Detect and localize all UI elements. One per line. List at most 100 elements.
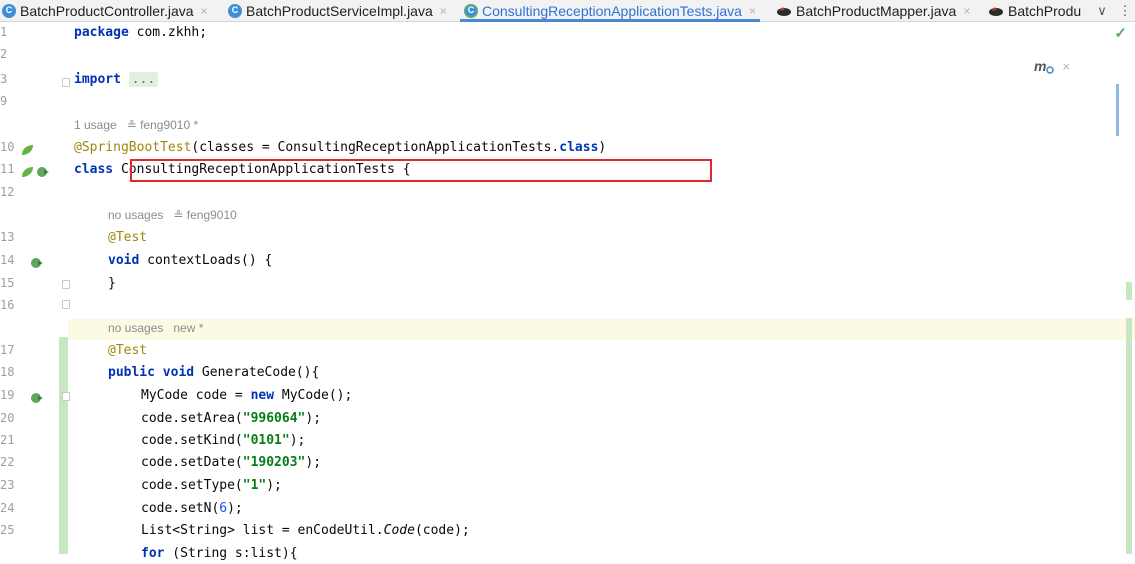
keyword: void bbox=[154, 365, 195, 380]
tab-batch-produ[interactable]: BatchProdu bbox=[988, 0, 1081, 21]
inspection-ok-icon[interactable]: ✓ bbox=[1114, 24, 1127, 42]
code-line-22: code.setDate("190203"); bbox=[141, 452, 321, 473]
code-text: contextLoads() { bbox=[139, 253, 273, 268]
line-number: 2 bbox=[0, 47, 8, 61]
line-number: 23 bbox=[0, 478, 15, 492]
code-line-10: @SpringBootTest(classes = ConsultingRece… bbox=[74, 137, 606, 158]
close-icon[interactable]: × bbox=[1062, 59, 1070, 74]
editor-tab-bar: C BatchProductController.java × C BatchP… bbox=[0, 0, 1135, 22]
line-number: 10 bbox=[0, 140, 15, 154]
code-text: (classes = ConsultingReceptionApplicatio… bbox=[191, 140, 560, 155]
close-icon[interactable]: × bbox=[440, 4, 447, 18]
keyword: void bbox=[108, 253, 140, 268]
maven-icon-label: m bbox=[1034, 58, 1047, 74]
run-test-icon[interactable] bbox=[30, 392, 44, 404]
code-text: ); bbox=[305, 455, 322, 470]
refresh-icon bbox=[1046, 66, 1055, 74]
vcs-change-marker bbox=[59, 337, 68, 554]
line-number: 17 bbox=[0, 343, 15, 357]
line-number: 12 bbox=[0, 185, 15, 199]
code-text: code.setDate( bbox=[141, 455, 243, 470]
scrollbar-thumb[interactable] bbox=[1116, 84, 1119, 136]
code-text: ); bbox=[305, 411, 322, 426]
string-literal: "0101" bbox=[242, 433, 290, 448]
code-text: ); bbox=[266, 478, 282, 493]
close-icon[interactable]: × bbox=[963, 4, 970, 18]
keyword: class bbox=[559, 140, 599, 155]
line-number: 3 bbox=[0, 72, 8, 86]
keyword: class bbox=[74, 162, 114, 177]
code-line-15: } bbox=[108, 273, 116, 294]
annotation: @SpringBootTest bbox=[74, 140, 192, 155]
class-icon: C bbox=[2, 3, 16, 18]
highlight-box bbox=[130, 159, 712, 182]
tab-batch-product-mapper[interactable]: BatchProductMapper.java × bbox=[776, 0, 970, 21]
current-line-highlight bbox=[68, 319, 1135, 340]
line-number: 18 bbox=[0, 365, 15, 379]
string-literal: "1" bbox=[242, 478, 267, 493]
maven-reload-icon[interactable]: m bbox=[1034, 58, 1055, 74]
code-text: (code); bbox=[414, 523, 470, 538]
maven-reload-popup[interactable]: m × bbox=[1034, 58, 1070, 74]
code-vision-hint[interactable]: no usages new * bbox=[108, 319, 203, 337]
spring-bean-icon[interactable] bbox=[20, 144, 34, 156]
mapper-icon bbox=[776, 5, 792, 17]
change-stripe bbox=[1126, 318, 1132, 554]
code-text: code.setType( bbox=[141, 478, 243, 493]
close-icon[interactable]: × bbox=[201, 4, 208, 18]
test-class-icon: C bbox=[464, 3, 478, 18]
code-line-24: code.setN(6); bbox=[141, 498, 243, 519]
line-number: 9 bbox=[0, 94, 8, 108]
code-line-20: code.setArea("996064"); bbox=[141, 408, 321, 429]
code-line-25: List<String> list = enCodeUtil.Code(code… bbox=[141, 520, 470, 541]
annotation: @Test bbox=[108, 343, 148, 358]
code-text: ); bbox=[227, 501, 243, 516]
tab-label: BatchProductMapper.java bbox=[796, 2, 957, 19]
line-number: 1 bbox=[0, 25, 8, 39]
keyword: new bbox=[250, 388, 275, 403]
code-line-3: import ... bbox=[74, 69, 159, 90]
code-line-21: code.setKind("0101"); bbox=[141, 430, 305, 451]
code-text: MyCode code = bbox=[141, 388, 251, 403]
tab-menu-icon[interactable]: ⋮ bbox=[1118, 0, 1132, 21]
editor-gutter: 1 2 3 9 10 11 12 13 14 15 16 17 18 19 20… bbox=[0, 22, 70, 554]
close-icon[interactable]: × bbox=[749, 4, 756, 18]
code-vision-hint[interactable]: 1 usage ≗ feng9010 * bbox=[74, 116, 198, 134]
method-call: Code bbox=[383, 523, 415, 538]
change-stripe bbox=[1126, 282, 1132, 300]
line-number: 19 bbox=[0, 388, 15, 402]
line-number: 22 bbox=[0, 455, 15, 469]
tab-label: BatchProductServiceImpl.java bbox=[246, 2, 433, 19]
line-number: 16 bbox=[0, 298, 15, 312]
code-text: code.setN( bbox=[141, 501, 220, 516]
code-line-14: void contextLoads() { bbox=[108, 250, 272, 271]
line-number: 21 bbox=[0, 433, 15, 447]
run-test-icon[interactable] bbox=[36, 166, 50, 178]
code-line-18: public void GenerateCode(){ bbox=[108, 362, 319, 383]
class-icon: C bbox=[228, 3, 242, 18]
code-line-17: @Test bbox=[108, 340, 147, 361]
string-literal: "996064" bbox=[242, 411, 306, 426]
code-text: ); bbox=[289, 433, 306, 448]
code-text: code.setArea( bbox=[141, 411, 243, 426]
tab-batch-product-controller[interactable]: C BatchProductController.java × bbox=[2, 0, 208, 21]
tab-label: BatchProductController.java bbox=[20, 2, 194, 19]
tab-overflow-chevron-down-icon[interactable]: ∨ bbox=[1094, 0, 1110, 21]
run-test-icon[interactable] bbox=[30, 257, 44, 269]
code-text: com.zkhh; bbox=[128, 25, 208, 40]
line-number: 11 bbox=[0, 162, 15, 176]
number-literal: 6 bbox=[219, 501, 228, 516]
spring-bean-icon[interactable] bbox=[20, 166, 34, 178]
code-line-23: code.setType("1"); bbox=[141, 475, 282, 496]
tab-batch-product-service-impl[interactable]: C BatchProductServiceImpl.java × bbox=[228, 0, 447, 21]
code-editor[interactable]: package com.zkhh; import ... 1 usage ≗ f… bbox=[68, 22, 1135, 561]
line-number: 14 bbox=[0, 253, 15, 267]
tab-consulting-reception-application-tests[interactable]: C ConsultingReceptionApplicationTests.ja… bbox=[460, 0, 760, 22]
code-line-13: @Test bbox=[108, 227, 147, 248]
code-vision-hint[interactable]: no usages ≗ feng9010 bbox=[108, 206, 237, 224]
code-text: ) bbox=[598, 140, 607, 155]
tab-label: BatchProdu bbox=[1008, 2, 1082, 19]
line-number: 20 bbox=[0, 411, 15, 425]
folded-imports[interactable]: ... bbox=[128, 72, 159, 87]
keyword: public bbox=[108, 365, 155, 380]
